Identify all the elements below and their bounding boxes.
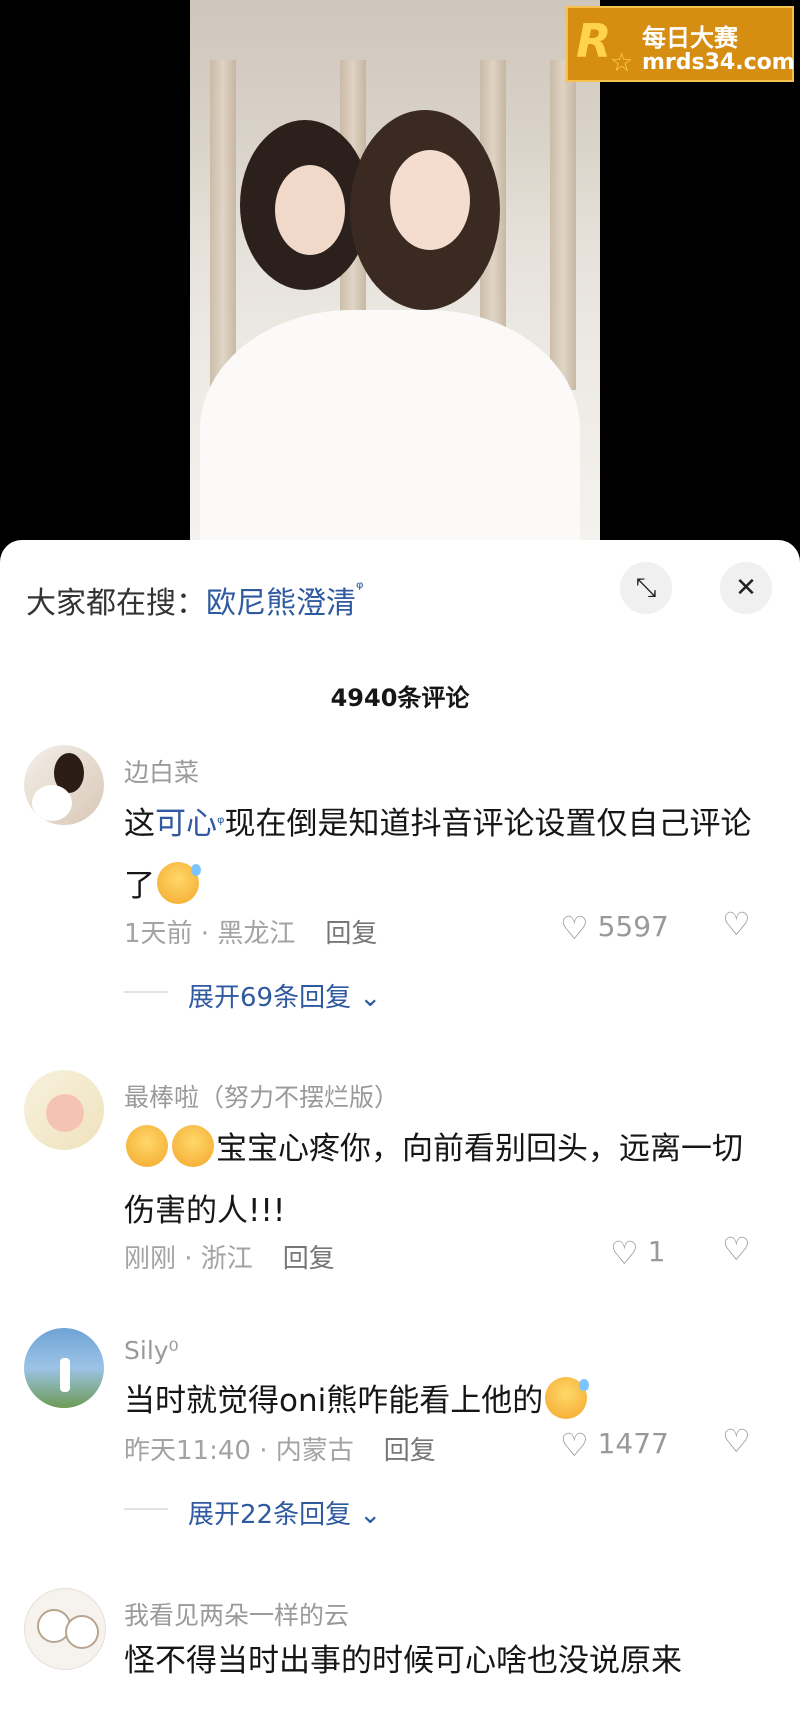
fullscreen-button[interactable]: ⤡: [620, 562, 672, 614]
broken-heart-icon: ♡: [722, 1422, 751, 1460]
like-count: 1: [647, 1235, 666, 1268]
avatar[interactable]: [24, 1588, 106, 1670]
curtain-decor: [550, 60, 576, 390]
like-button[interactable]: ♡ 1: [610, 1234, 665, 1272]
trending-search[interactable]: 大家都在搜：欧尼熊澄清ᵠ: [26, 578, 363, 622]
like-count: 1477: [597, 1427, 669, 1460]
video-frame: [190, 0, 600, 545]
broken-heart-icon: ♡: [722, 905, 751, 943]
avatar[interactable]: [24, 745, 104, 825]
pleading-emoji-icon: [126, 1125, 168, 1167]
username[interactable]: 边白菜: [124, 753, 199, 789]
trending-prefix: 大家都在搜：: [26, 586, 206, 621]
heart-icon: ♡: [560, 909, 589, 947]
username[interactable]: 我看见两朵一样的云: [124, 1596, 349, 1632]
comment-time-location: 昨天11:40 · 内蒙古: [124, 1436, 354, 1466]
trending-term[interactable]: 欧尼熊澄清: [206, 586, 356, 621]
dislike-button[interactable]: ♡: [722, 1422, 751, 1460]
comment-text: 怪不得当时出事的时候可心啥也没说原来: [124, 1630, 764, 1692]
heart-icon: ♡: [610, 1234, 639, 1272]
comment-count: 4940条评论: [330, 684, 470, 712]
sweat-smile-emoji-icon: [157, 862, 201, 904]
heart-icon: ♡: [560, 1426, 589, 1464]
video-area[interactable]: R ☆ 每日大赛 mrds34.com: [0, 0, 800, 560]
chevron-down-icon: ⌄: [359, 983, 382, 1013]
like-button[interactable]: ♡ 5597: [560, 909, 669, 947]
watermark-badge: R ☆ 每日大赛 mrds34.com: [566, 6, 795, 82]
avatar[interactable]: [24, 1328, 104, 1408]
watermark-logo: R: [576, 14, 612, 68]
comment-text-part: 宝宝心疼你，向前看别回头，远离一切伤害的人!!!: [124, 1131, 743, 1229]
like-count: 5597: [597, 910, 669, 943]
comment-text-part: 这: [124, 806, 155, 842]
avatar[interactable]: [24, 1070, 104, 1150]
watermark-brand: 每日大赛: [642, 24, 738, 52]
dislike-button[interactable]: ♡: [722, 905, 751, 943]
reply-button[interactable]: 回复: [325, 919, 377, 949]
comment-time-location: 刚刚 · 浙江: [124, 1244, 253, 1274]
reply-button[interactable]: 回复: [384, 1436, 436, 1466]
expand-replies-button[interactable]: 展开22条回复 ⌄: [124, 1494, 381, 1531]
dress: [200, 310, 580, 545]
comment-meta: 昨天11:40 · 内蒙古 回复: [124, 1430, 436, 1467]
username[interactable]: 最棒啦（努力不摆烂版）: [124, 1078, 399, 1114]
comment-time-location: 1天前 · 黑龙江: [124, 919, 296, 949]
expand-replies-button[interactable]: 展开69条回复 ⌄: [124, 977, 381, 1014]
watermark-site: mrds34.com: [642, 50, 795, 75]
close-button[interactable]: ✕: [720, 562, 772, 614]
comment-meta: 1天前 · 黑龙江 回复: [124, 913, 377, 950]
dislike-button[interactable]: ♡: [722, 1230, 751, 1268]
reply-button[interactable]: 回复: [283, 1244, 335, 1274]
sweat-smile-emoji-icon: [545, 1377, 590, 1419]
comment-text-part: 当时就觉得oni熊咋能看上他的: [124, 1383, 544, 1419]
face-right: [390, 150, 470, 250]
comment-text: 当时就觉得oni熊咋能看上他的: [124, 1370, 764, 1432]
curtain-decor: [210, 60, 236, 390]
comment-text-part: 怪不得当时出事的时候可心啥也没说原来: [124, 1643, 682, 1679]
expand-icon: ⤡: [635, 572, 657, 603]
username[interactable]: Sily⁰: [124, 1336, 179, 1365]
like-button[interactable]: ♡ 1477: [560, 1426, 669, 1464]
broken-heart-icon: ♡: [722, 1230, 751, 1268]
comment-text: 宝宝心疼你，向前看别回头，远离一切伤害的人!!!: [124, 1118, 764, 1242]
face-left: [275, 165, 345, 255]
comment-text: 这可心ᵠ现在倒是知道抖音评论设置仅自己评论了: [124, 793, 764, 917]
expand-label: 展开22条回复: [188, 1500, 352, 1530]
comments-panel: 大家都在搜：欧尼熊澄清ᵠ ⤡ ✕ 4940条评论 边白菜 这可心ᵠ现在倒是知道抖…: [0, 540, 800, 1721]
comment-link[interactable]: 可心: [155, 806, 217, 842]
expand-label: 展开69条回复: [188, 983, 352, 1013]
pleading-emoji-icon: [172, 1125, 214, 1167]
search-icon: ᵠ: [356, 578, 364, 599]
star-icon: ☆: [610, 48, 634, 78]
close-icon: ✕: [735, 573, 757, 603]
comment-meta: 刚刚 · 浙江 回复: [124, 1238, 335, 1275]
chevron-down-icon: ⌄: [359, 1500, 382, 1530]
